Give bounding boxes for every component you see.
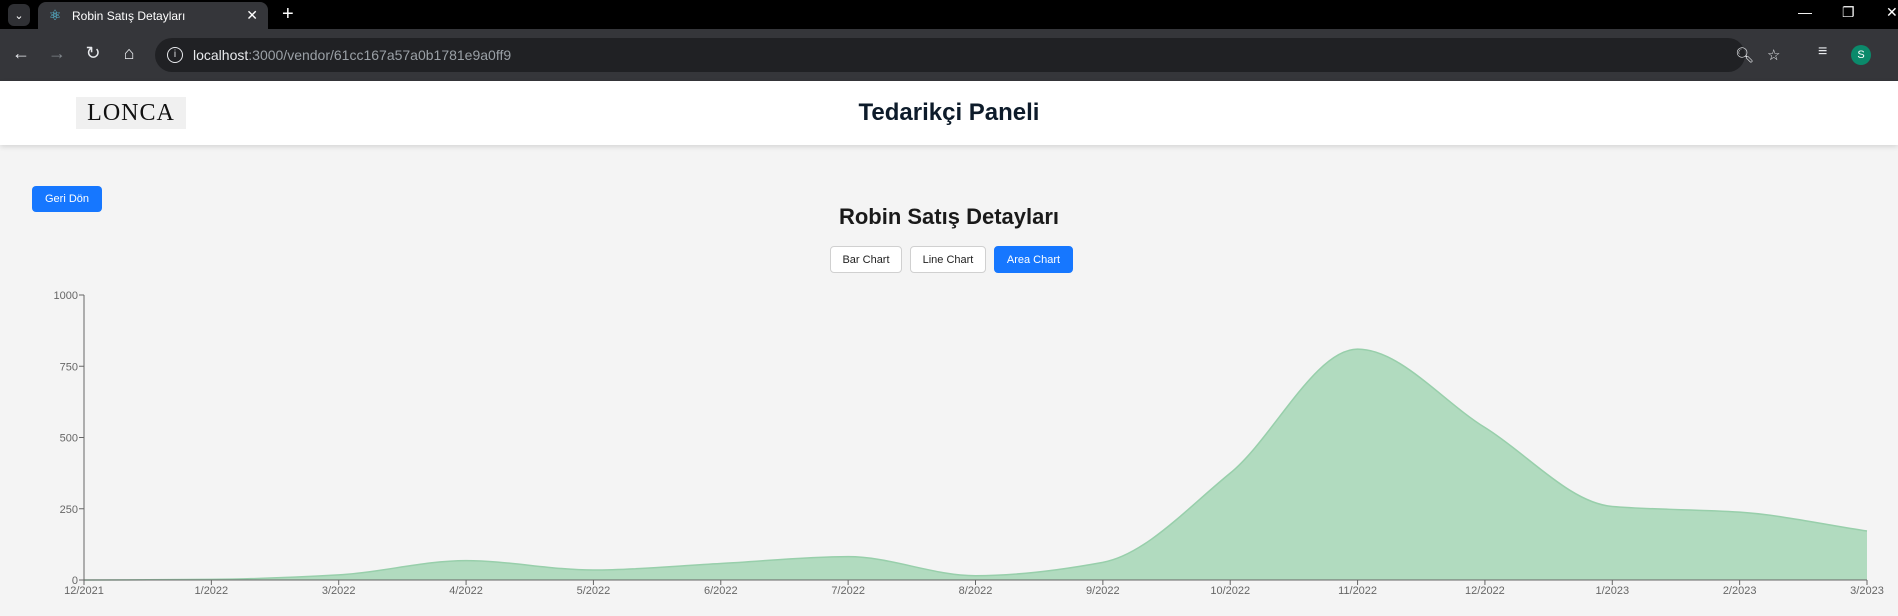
x-tick-label: 1/2023	[1595, 585, 1629, 597]
x-tick-label: 9/2022	[1086, 585, 1120, 597]
x-tick-label: 3/2022	[322, 585, 356, 597]
x-tick-label: 7/2022	[831, 585, 865, 597]
x-tick-label: 12/2021	[64, 585, 104, 597]
y-tick-label: 750	[60, 361, 78, 373]
x-tick-label: 10/2022	[1210, 585, 1250, 597]
x-tick-label: 5/2022	[577, 585, 611, 597]
x-tick-label: 3/2023	[1850, 585, 1884, 597]
area-series	[84, 349, 1867, 580]
x-tick-label: 12/2022	[1465, 585, 1505, 597]
x-tick-label: 8/2022	[959, 585, 993, 597]
x-tick-label: 1/2022	[195, 585, 229, 597]
y-tick-label: 1000	[54, 290, 78, 302]
x-tick-label: 11/2022	[1338, 585, 1377, 597]
x-tick-label: 4/2022	[449, 585, 483, 597]
y-tick-label: 500	[60, 433, 78, 445]
x-tick-label: 2/2023	[1723, 585, 1757, 597]
area-chart: 0250500750100012/2021 1/2022 3/2022 4/2022 5…	[54, 290, 1884, 597]
y-tick-label: 250	[60, 504, 78, 516]
x-tick-label: 6/2022	[704, 585, 738, 597]
